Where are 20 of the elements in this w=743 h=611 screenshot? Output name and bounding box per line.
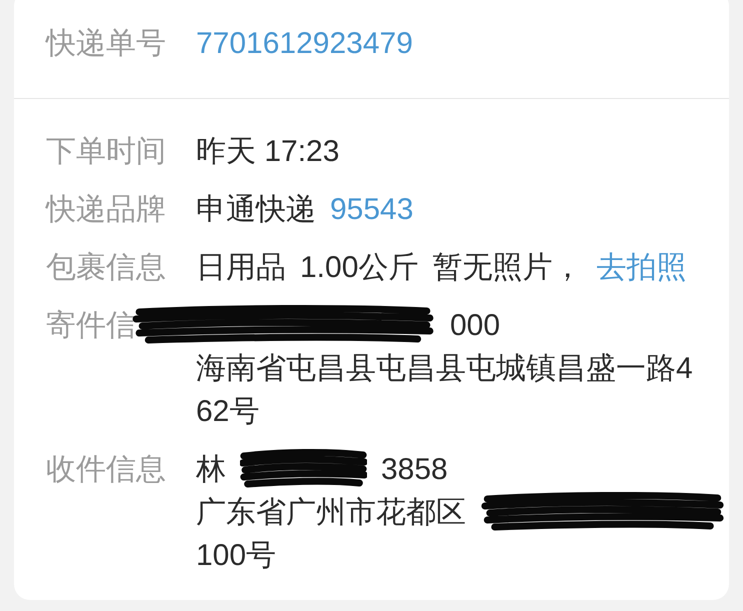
field-value: 广东省广州市花都区 [196, 495, 466, 531]
field-label: 快递单号 [46, 26, 167, 62]
field-value: 000 [450, 308, 500, 344]
field-label: 快递品牌 [46, 192, 167, 228]
field-label: 收件信息 [46, 452, 167, 488]
field-value: 林 [196, 452, 226, 488]
field-value: 100号 [196, 538, 278, 574]
field-value: 3858 [381, 452, 448, 488]
tracking-number[interactable]: 7701612923479 [196, 22, 413, 65]
field-value: 1.00公斤 [300, 250, 418, 286]
inline-link[interactable]: 95543 [330, 188, 414, 231]
field-label: 下单时间 [46, 134, 167, 170]
field-value: 申通快递 [196, 192, 316, 228]
field-label: 包裹信息 [46, 250, 167, 286]
field-label: 寄件信 [46, 308, 137, 344]
field-value: 昨天 17:23 [196, 134, 340, 170]
inline-link[interactable]: 去拍照 [596, 246, 686, 289]
field-value: 海南省屯昌县屯昌县屯城镇昌盛一路462号 [196, 351, 694, 430]
field-value: 日用品 [196, 250, 286, 286]
field-value: 暂无照片， [432, 250, 582, 286]
